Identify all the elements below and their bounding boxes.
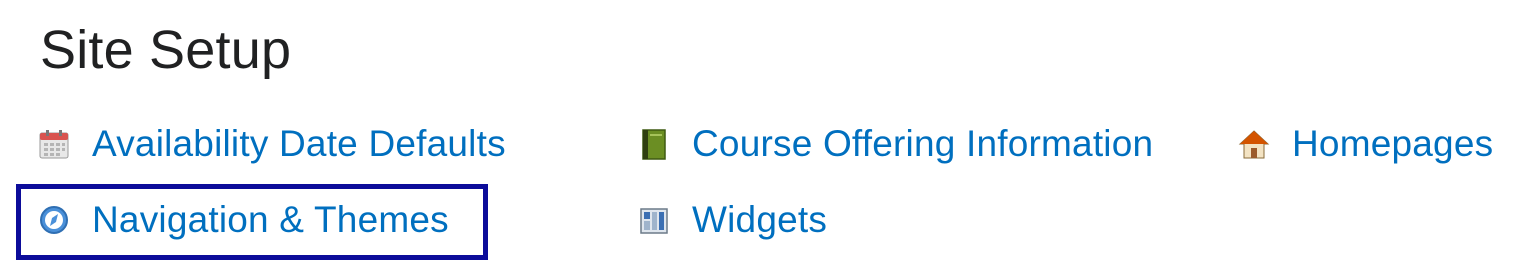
book-icon (638, 128, 670, 160)
navigation-themes-label: Navigation & Themes (92, 199, 449, 240)
navigation-themes-link[interactable]: Navigation & Themes (38, 192, 449, 248)
widgets-link[interactable]: Widgets (638, 192, 827, 248)
availability-date-defaults-link[interactable]: Availability Date Defaults (38, 116, 506, 172)
compass-icon (38, 204, 70, 236)
availability-date-defaults-label: Availability Date Defaults (92, 123, 506, 164)
house-icon (1238, 128, 1270, 160)
calendar-icon (38, 128, 70, 160)
course-offering-information-label: Course Offering Information (692, 123, 1154, 164)
homepages-link[interactable]: Homepages (1238, 116, 1493, 172)
course-offering-information-link[interactable]: Course Offering Information (638, 116, 1153, 172)
widgets-label: Widgets (692, 199, 828, 240)
page-title: Site Setup (40, 20, 292, 80)
homepages-label: Homepages (1292, 123, 1494, 164)
widgets-grid-icon (638, 204, 670, 236)
